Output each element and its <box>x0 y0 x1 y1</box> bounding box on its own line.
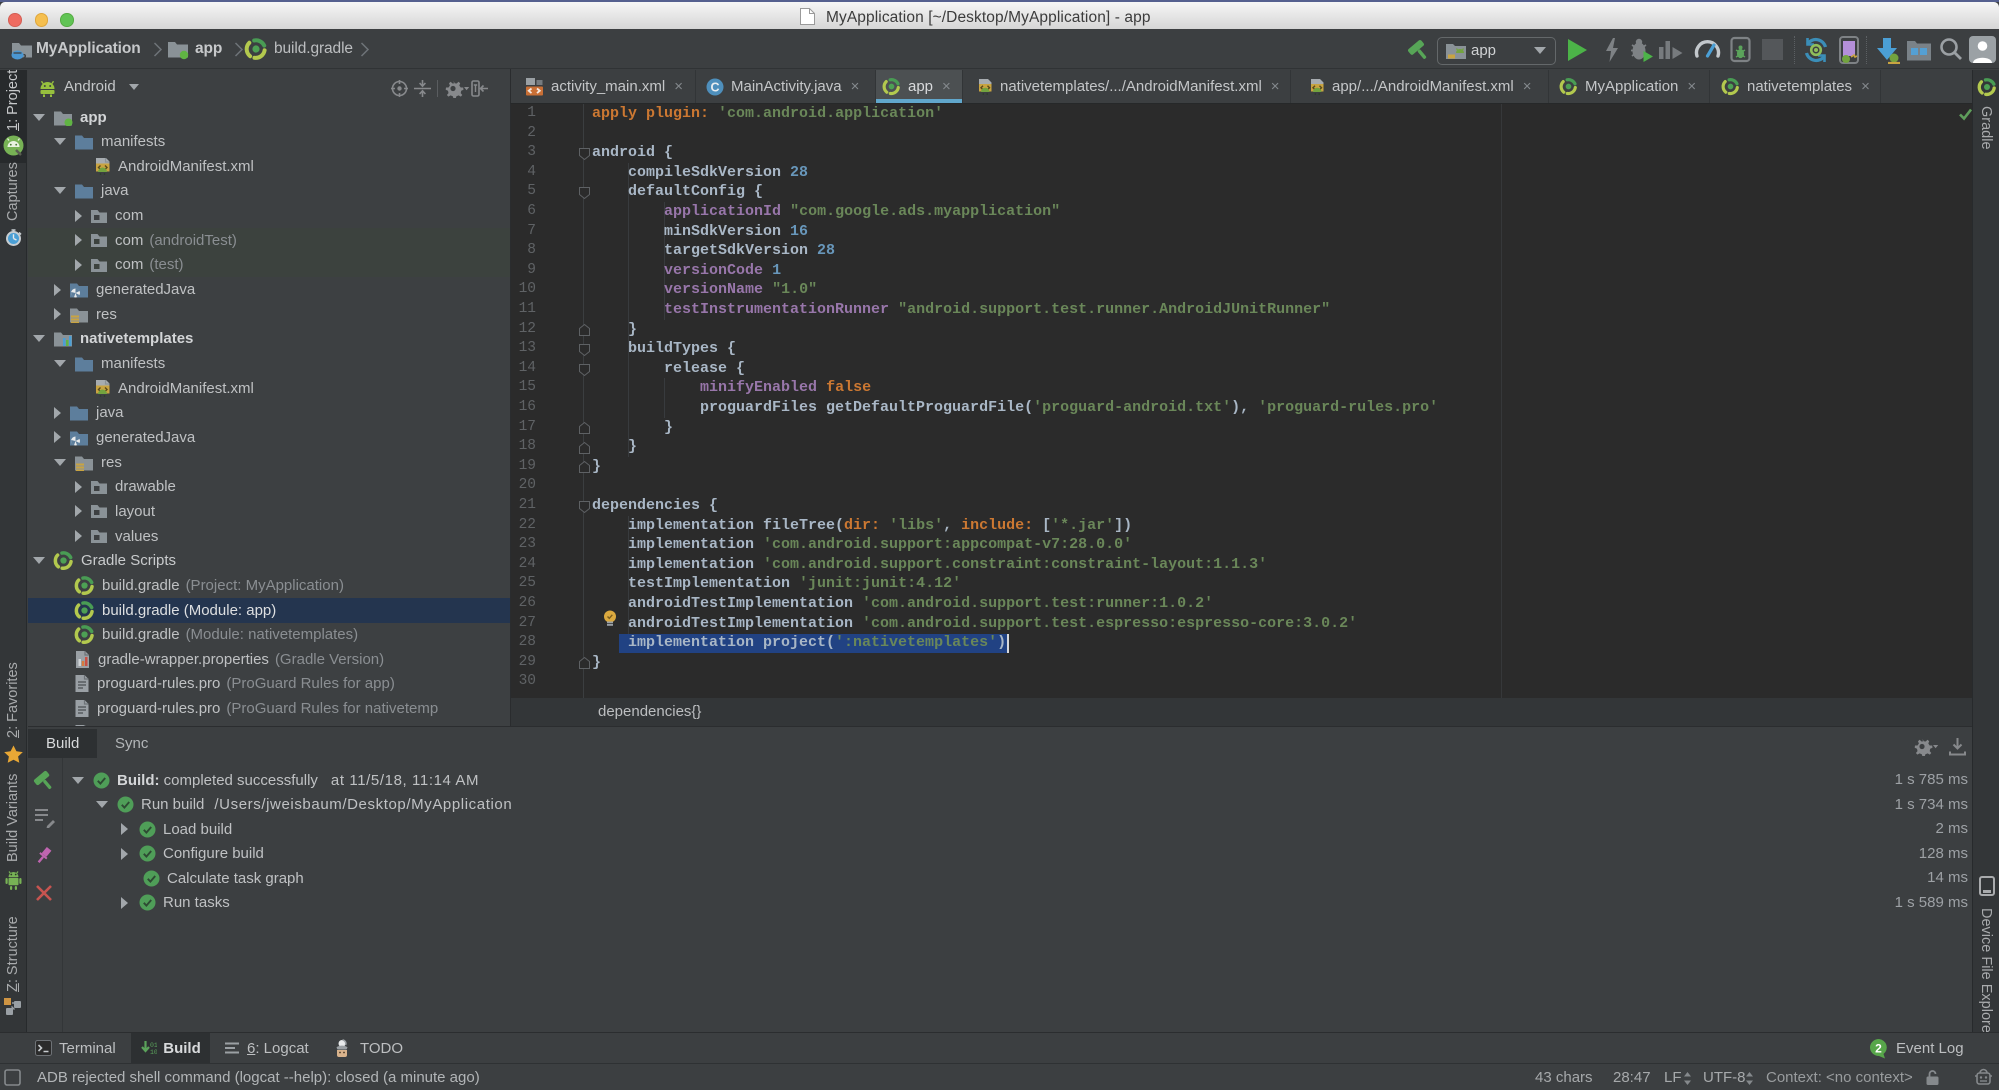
svg-text:01: 01 <box>150 1042 157 1049</box>
svg-text:2: 2 <box>1875 1041 1882 1055</box>
svg-text:C: C <box>710 80 719 94</box>
svg-text:10: 10 <box>150 1049 157 1056</box>
